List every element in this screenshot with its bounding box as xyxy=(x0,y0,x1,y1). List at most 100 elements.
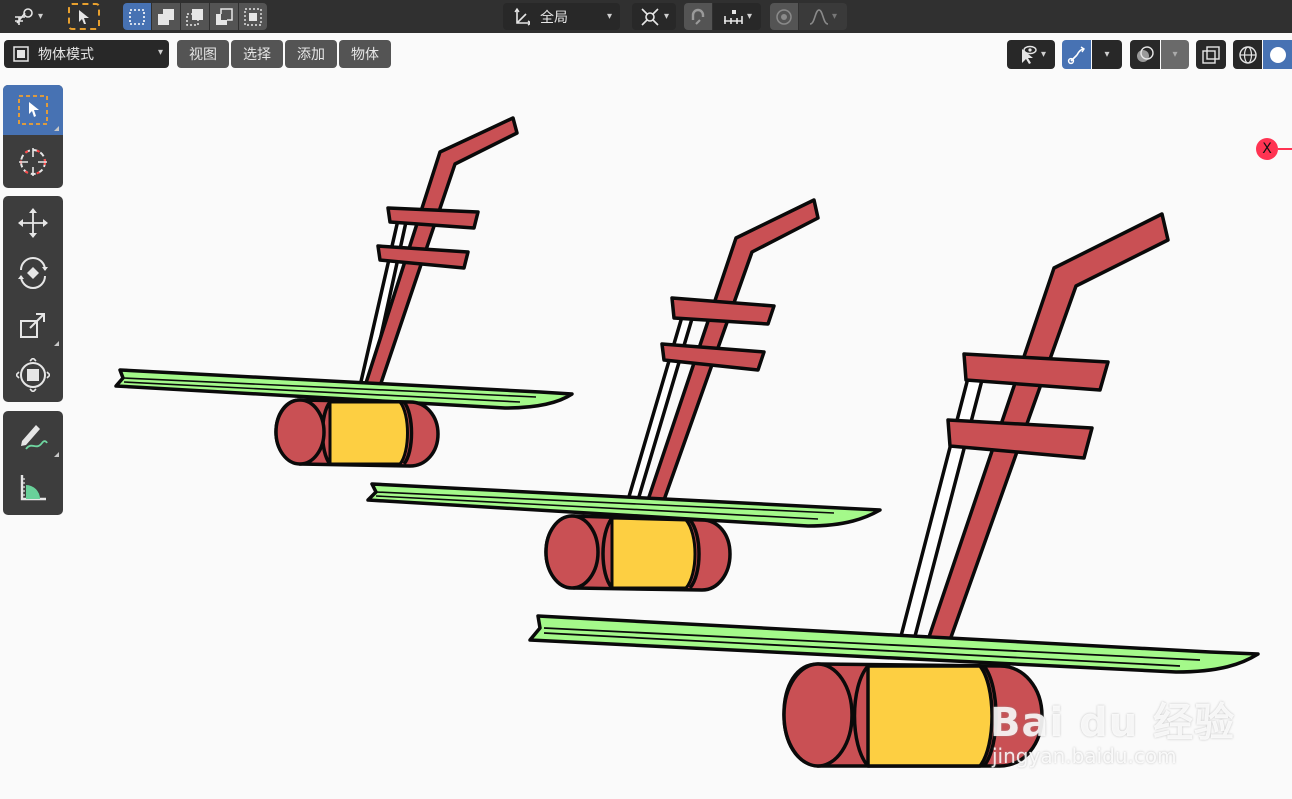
solid-sphere-icon xyxy=(1269,46,1286,63)
menu-view[interactable]: 视图 xyxy=(177,40,229,68)
tool-cursor[interactable] xyxy=(3,137,63,187)
chevron-down-icon: ▾ xyxy=(1172,49,1178,60)
menu-object[interactable]: 物体 xyxy=(339,40,391,68)
transform-orientation-select[interactable]: 全局 ▾ xyxy=(530,3,620,30)
pivot-point-button[interactable]: ▾ xyxy=(632,3,676,30)
xray-icon xyxy=(1202,45,1220,64)
interaction-mode-select[interactable]: 物体模式 ▾ xyxy=(4,40,169,68)
gizmo-toggle-button[interactable] xyxy=(1062,40,1091,69)
tool-transform[interactable] xyxy=(3,350,63,400)
snap-toggle-button[interactable] xyxy=(684,3,712,30)
falloff-curve-icon xyxy=(809,8,829,25)
erhu-3-peg-upper xyxy=(962,352,1110,392)
viewport-scene xyxy=(114,116,1260,768)
tweak-tool-button[interactable] xyxy=(68,3,100,30)
erhu-1-peg-upper xyxy=(386,206,480,230)
chevron-down-icon: ▾ xyxy=(606,11,612,22)
overlays-options-button[interactable]: ▾ xyxy=(1161,40,1189,69)
erhu-3-string xyxy=(898,376,984,642)
select-box-icon xyxy=(18,95,48,125)
navigation-gizmo-x-axis[interactable]: X xyxy=(1256,138,1278,160)
shading-wireframe-button[interactable] xyxy=(1233,40,1262,69)
erhu-2-bow xyxy=(366,482,882,528)
erhu-2-string xyxy=(626,308,696,502)
erhu-1-body xyxy=(274,398,440,468)
x-axis-line xyxy=(1278,148,1292,150)
erhu-2-neck xyxy=(646,198,820,502)
eye-selectable-icon xyxy=(1021,45,1037,64)
tool-measure[interactable] xyxy=(3,463,63,513)
tool-scale[interactable] xyxy=(3,300,63,350)
submenu-indicator-icon xyxy=(54,341,59,346)
3d-viewport-icon xyxy=(14,7,33,25)
select-intersect-button[interactable] xyxy=(239,3,267,30)
cursor-arrow-icon xyxy=(79,9,89,24)
snap-target-button[interactable]: ▾ xyxy=(713,3,761,30)
rotate-icon xyxy=(18,257,48,289)
chevron-down-icon: ▾ xyxy=(1040,49,1047,60)
select-new-icon xyxy=(129,8,145,25)
select-subtract-icon xyxy=(186,8,203,26)
select-intersect-icon xyxy=(244,7,262,26)
3d-cursor-icon xyxy=(19,148,47,176)
chevron-down-icon: ▾ xyxy=(831,11,838,22)
proportional-edit-button[interactable] xyxy=(770,3,798,30)
viewport-header: 物体模式 ▾ 视图 选择 添加 物体 ▾ ▾ ▾ xyxy=(0,33,1292,76)
move-arrows-icon xyxy=(18,208,48,238)
chevron-down-icon: ▾ xyxy=(663,11,670,22)
watermark-main-text: Bai du 经验 xyxy=(990,700,1236,746)
tool-move[interactable] xyxy=(3,198,63,248)
erhu-1-string xyxy=(358,218,408,388)
select-invert-button[interactable] xyxy=(210,3,238,30)
erhu-model-2 xyxy=(366,198,882,592)
snap-increment-icon xyxy=(723,9,743,24)
pivot-point-icon xyxy=(641,7,659,26)
chevron-down-icon: ▾ xyxy=(37,11,44,22)
erhu-1-peg-lower xyxy=(376,244,470,270)
overlays-toggle-button[interactable] xyxy=(1130,40,1160,69)
mode-label: 物体模式 xyxy=(38,47,94,63)
tool-rotate[interactable] xyxy=(3,248,63,298)
submenu-indicator-icon xyxy=(54,126,59,131)
erhu-3-bow xyxy=(528,614,1260,674)
baidu-watermark: Bai du 经验 jingyan.baidu.com xyxy=(990,690,1235,768)
annotate-pencil-icon xyxy=(21,425,48,450)
proportional-edit-icon xyxy=(776,8,792,25)
menu-add[interactable]: 添加 xyxy=(285,40,337,68)
gizmo-options-button[interactable]: ▾ xyxy=(1092,40,1122,69)
gizmo-icon xyxy=(1067,45,1085,64)
erhu-model-1 xyxy=(114,116,574,468)
select-invert-icon xyxy=(216,7,233,25)
submenu-indicator-icon xyxy=(54,452,59,457)
toolbar-group-transform xyxy=(3,196,63,402)
erhu-1-neck xyxy=(363,116,519,388)
toolbar-group-select xyxy=(3,85,63,188)
measure-ruler-icon xyxy=(20,475,46,501)
select-subtract-button[interactable] xyxy=(181,3,209,30)
erhu-1-bow xyxy=(114,368,574,410)
erhu-3-neck xyxy=(926,212,1170,642)
tool-annotate[interactable] xyxy=(3,411,63,461)
chevron-down-icon: ▾ xyxy=(746,11,753,22)
magnet-icon xyxy=(691,8,705,25)
select-new-button[interactable] xyxy=(123,3,151,30)
xray-toggle-button[interactable] xyxy=(1196,40,1226,69)
erhu-2-peg-lower xyxy=(660,342,766,372)
menu-select[interactable]: 选择 xyxy=(231,40,283,68)
select-extend-icon xyxy=(158,8,174,25)
shading-solid-button[interactable] xyxy=(1263,40,1292,69)
toolbar-group-annotate xyxy=(3,411,63,515)
overlays-icon xyxy=(1137,45,1154,62)
transform-icon xyxy=(16,358,50,392)
erhu-2-body xyxy=(544,514,732,592)
tool-select-box[interactable] xyxy=(3,85,63,135)
chevron-down-icon: ▾ xyxy=(157,47,163,58)
erhu-model-3 xyxy=(528,212,1260,768)
erhu-3-peg-lower xyxy=(946,418,1094,460)
transform-orientation-label: 全局 xyxy=(540,9,568,26)
proportional-falloff-button[interactable]: ▾ xyxy=(799,3,847,30)
editor-type-button[interactable]: ▾ xyxy=(4,3,52,30)
visibility-button[interactable]: ▾ xyxy=(1007,40,1055,69)
select-extend-button[interactable] xyxy=(152,3,180,30)
object-mode-icon xyxy=(13,46,29,62)
